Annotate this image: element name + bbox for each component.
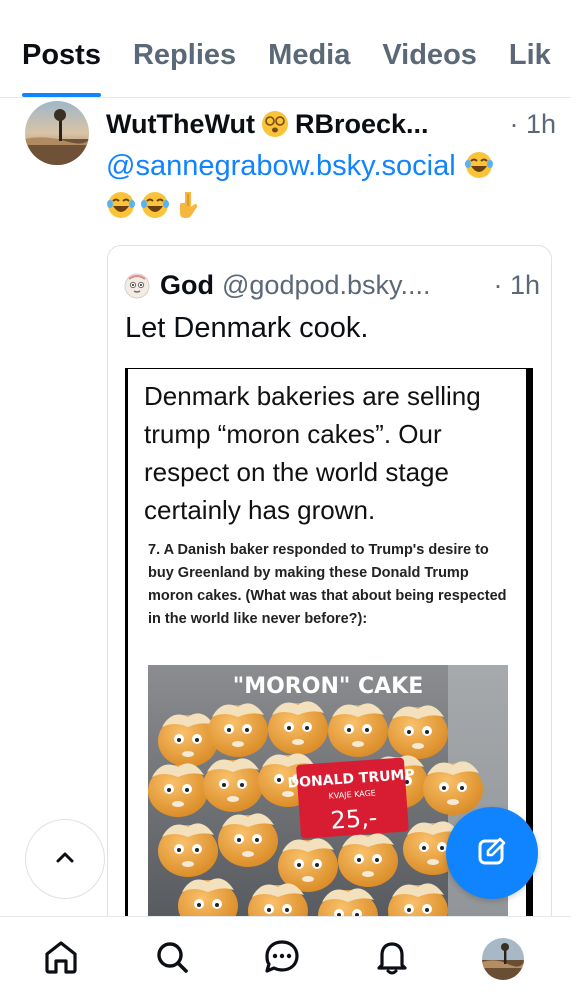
quoted-author-avatar[interactable] [124, 273, 150, 299]
nav-home[interactable] [39, 937, 83, 981]
cake-pastry [388, 705, 448, 759]
nav-notifications[interactable] [370, 937, 414, 981]
compose-button[interactable] [446, 807, 538, 899]
nav-profile-avatar[interactable] [482, 938, 524, 980]
emoji-row [106, 190, 208, 222]
sign-price: 25,- [330, 803, 379, 834]
compose-icon [472, 831, 512, 876]
cake-pastry [423, 761, 483, 815]
laughing-tears-emoji-icon [140, 190, 170, 220]
quoted-author-handle[interactable]: @godpod.bsky.... [222, 270, 431, 301]
photo-title: "MORON" CAKE [233, 674, 423, 699]
nav-search[interactable] [150, 937, 194, 981]
bell-icon [372, 937, 412, 982]
nav-chat[interactable] [260, 937, 304, 981]
author-name[interactable]: WutTheWut [106, 109, 255, 140]
tab-posts[interactable]: Posts [22, 0, 101, 97]
pointing-down-emoji-icon [174, 190, 204, 220]
dizzy-face-emoji-icon [261, 110, 289, 138]
search-icon [152, 937, 192, 982]
laughing-tears-emoji-icon [464, 150, 494, 180]
cake-pastry [268, 701, 328, 755]
cake-pastry [218, 813, 278, 867]
mention-link[interactable]: @sannegrabow.bsky.social [106, 150, 456, 182]
author-handle[interactable]: RBroeck... [295, 109, 429, 140]
author-avatar[interactable] [25, 101, 89, 165]
chat-icon [262, 937, 302, 982]
laughing-tears-emoji-icon [106, 190, 136, 220]
edge-strip [571, 0, 577, 1000]
tab-likes[interactable]: Lik [509, 0, 551, 97]
tab-videos[interactable]: Videos [382, 0, 477, 97]
profile-tabs: Posts Replies Media Videos Lik [0, 0, 577, 98]
tab-replies[interactable]: Replies [133, 0, 236, 97]
bottom-navigation [0, 916, 577, 1000]
quoted-post-time[interactable]: · 1h [493, 270, 544, 301]
chevron-up-icon [52, 844, 78, 875]
cake-pastry [328, 703, 388, 757]
cake-pastry [203, 758, 263, 812]
cake-pastry [148, 763, 208, 817]
image-subtext: 7. A Danish baker responded to Trump's d… [148, 542, 507, 627]
post-time[interactable]: · 1h [509, 109, 556, 140]
cake-pastry [338, 833, 398, 887]
cakes-photo: "MORON" CAKE DONALD TRUMP KVAJE KAGE 25,… [148, 665, 508, 928]
post-body: @sannegrabow.bsky.social [106, 146, 556, 226]
home-icon [41, 937, 81, 982]
cake-pastry [158, 823, 218, 877]
quoted-post-text: Let Denmark cook. [125, 312, 369, 344]
post-header: WutTheWut RBroeck... · 1h [106, 106, 556, 142]
cake-pastry [158, 713, 218, 767]
scroll-to-top-button[interactable] [25, 819, 105, 899]
quoted-post-header: God @godpod.bsky.... · 1h [124, 270, 544, 301]
quoted-author-name[interactable]: God [160, 270, 214, 301]
tab-media[interactable]: Media [268, 0, 350, 97]
image-caption-text: Denmark bakeries are selling trump “moro… [144, 381, 481, 525]
cake-pastry [208, 703, 268, 757]
